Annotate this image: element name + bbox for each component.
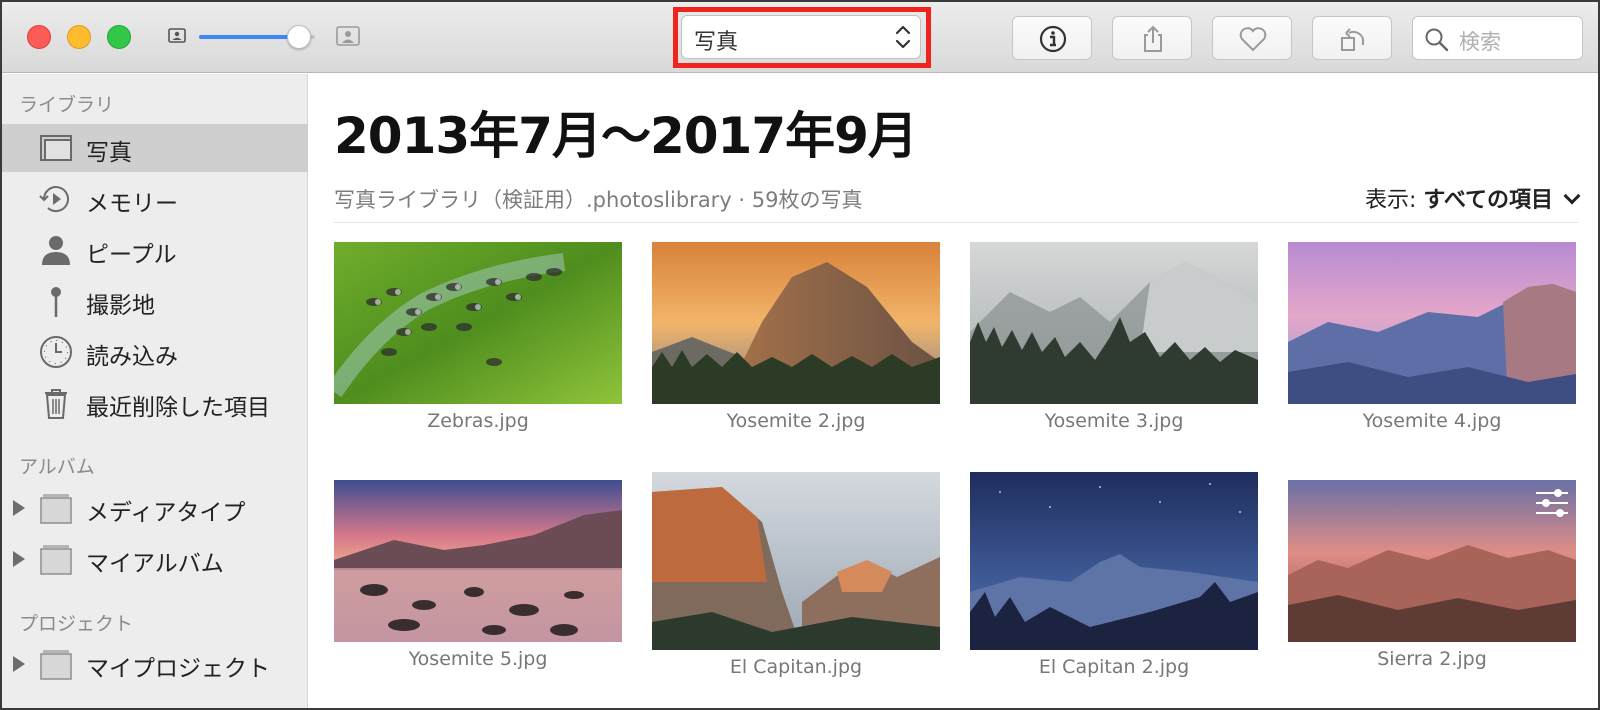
zoom-in-icon[interactable] xyxy=(336,26,360,46)
section-title-projects: プロジェクト xyxy=(19,613,134,635)
info-icon xyxy=(1039,25,1067,53)
disclosure-triangle-icon[interactable] xyxy=(13,500,25,516)
sidebar-item-people[interactable]: ピープル xyxy=(2,226,308,274)
sidebar-item-label: メモリー xyxy=(86,191,178,217)
sidebar: ライブラリ 写真 メモリー ピープル 撮影地 読み込み 最近削除した項目 アルバ… xyxy=(2,74,308,708)
trash-icon xyxy=(45,389,67,419)
favorite-button[interactable] xyxy=(1212,16,1292,60)
search-field[interactable]: 検索 xyxy=(1412,16,1583,60)
photo-thumbnail-yosemite-2 xyxy=(652,242,940,404)
fullscreen-window-button[interactable] xyxy=(107,25,131,49)
photo-caption: Yosemite 3.jpg xyxy=(1044,410,1184,432)
photo-caption: Sierra 2.jpg xyxy=(1377,648,1487,670)
sidebar-item-imports[interactable]: 読み込み xyxy=(2,328,308,376)
sidebar-item-label: 最近削除した項目 xyxy=(86,395,270,421)
toolbar: 写真 検索 xyxy=(2,2,1598,73)
sidebar-item-label: マイアルバム xyxy=(86,551,224,577)
chevron-up-down-icon xyxy=(895,25,911,49)
photo-caption: El Capitan.jpg xyxy=(729,656,863,678)
sidebar-item-label: ピープル xyxy=(86,242,177,268)
places-pin-icon xyxy=(51,287,61,317)
filter-label: 表示: xyxy=(1364,188,1417,213)
photo-thumbnail-el-capitan-2 xyxy=(970,472,1258,650)
photo-caption: Zebras.jpg xyxy=(427,410,529,432)
photo-thumbnail-el-capitan xyxy=(652,472,940,650)
imports-clock-icon xyxy=(40,336,72,368)
page-title: 2013年7月〜2017年9月 xyxy=(334,107,918,165)
photo-tile-el-capitan-2[interactable]: El Capitan 2.jpg xyxy=(970,472,1258,682)
view-select-value: 写真 xyxy=(694,30,739,55)
folder-icon xyxy=(40,650,72,680)
zoom-out-icon[interactable] xyxy=(168,28,186,43)
photo-tile-zebras[interactable]: Zebras.jpg xyxy=(334,242,622,442)
rotate-icon xyxy=(1341,28,1364,51)
sidebar-item-memories[interactable]: メモリー xyxy=(2,175,308,223)
photo-tile-yosemite-3[interactable]: Yosemite 3.jpg xyxy=(970,242,1258,442)
section-title-albums: アルバム xyxy=(19,456,95,478)
sidebar-item-label: マイプロジェクト xyxy=(86,656,270,682)
sidebar-item-label: 撮影地 xyxy=(86,293,155,319)
photo-caption: Yosemite 5.jpg xyxy=(408,648,548,670)
photo-caption: Yosemite 2.jpg xyxy=(726,410,866,432)
photos-icon xyxy=(40,135,72,161)
photo-caption: Yosemite 4.jpg xyxy=(1362,410,1502,432)
photo-thumbnail-yosemite-3 xyxy=(970,242,1258,404)
search-placeholder: 検索 xyxy=(1459,30,1501,54)
section-title-library: ライブラリ xyxy=(19,94,115,116)
adjustments-icon xyxy=(1536,489,1568,517)
photo-thumbnail-zebras xyxy=(334,242,622,404)
photo-grid-pane: 2013年7月〜2017年9月 写真ライブラリ（検証用）.photoslibra… xyxy=(309,74,1598,708)
photo-tile-yosemite-4[interactable]: Yosemite 4.jpg xyxy=(1288,242,1576,442)
minimize-window-button[interactable] xyxy=(67,25,91,49)
photo-tile-yosemite-5[interactable]: Yosemite 5.jpg xyxy=(334,472,622,682)
sidebar-item-my-projects[interactable]: マイプロジェクト xyxy=(2,640,308,688)
close-window-button[interactable] xyxy=(27,25,51,49)
share-button[interactable] xyxy=(1112,16,1192,60)
memories-icon xyxy=(39,186,69,213)
disclosure-triangle-icon[interactable] xyxy=(13,656,25,672)
photo-thumbnail-sierra-2 xyxy=(1288,480,1576,642)
sidebar-item-recently-deleted[interactable]: 最近削除した項目 xyxy=(2,379,308,427)
library-summary: 写真ライブラリ（検証用）.photoslibrary · 59枚の写真 xyxy=(334,188,863,212)
header-divider xyxy=(334,222,1578,223)
photo-thumbnail-yosemite-5 xyxy=(334,480,622,642)
search-icon xyxy=(1425,28,1449,52)
photo-tile-el-capitan[interactable]: El Capitan.jpg xyxy=(652,472,940,682)
heart-icon xyxy=(1239,27,1267,52)
photo-thumbnail-yosemite-4 xyxy=(1288,242,1576,404)
folder-icon xyxy=(40,545,72,575)
photos-window: 写真 検索 ライブラリ 写真 メモリー ピープル 撮影地 読み込み 最近削除した… xyxy=(0,0,1600,710)
sidebar-item-label: 写真 xyxy=(86,140,132,166)
rotate-button[interactable] xyxy=(1312,16,1392,60)
zoom-slider-fill xyxy=(199,35,299,39)
photo-tile-yosemite-2[interactable]: Yosemite 2.jpg xyxy=(652,242,940,442)
disclosure-triangle-icon[interactable] xyxy=(13,551,25,567)
view-select[interactable]: 写真 xyxy=(681,15,921,59)
sidebar-item-media-types[interactable]: メディアタイプ xyxy=(2,484,308,532)
sidebar-item-photos[interactable]: 写真 xyxy=(2,124,308,172)
filter-value: すべての項目 xyxy=(1423,188,1553,213)
sidebar-item-label: 読み込み xyxy=(86,344,178,370)
share-icon xyxy=(1144,25,1162,52)
info-button[interactable] xyxy=(1012,16,1092,60)
photo-caption: El Capitan 2.jpg xyxy=(1038,656,1190,678)
folder-icon xyxy=(40,494,72,524)
chevron-down-icon xyxy=(1563,187,1581,205)
show-filter-menu[interactable]: 表示: すべての項目 xyxy=(1364,182,1581,214)
people-icon xyxy=(42,236,70,265)
sidebar-item-places[interactable]: 撮影地 xyxy=(2,277,308,325)
sidebar-item-my-albums[interactable]: マイアルバム xyxy=(2,535,308,583)
zoom-slider-thumb[interactable] xyxy=(286,25,311,49)
photo-tile-sierra-2[interactable]: Sierra 2.jpg xyxy=(1288,472,1576,682)
sidebar-item-label: メディアタイプ xyxy=(86,500,246,526)
